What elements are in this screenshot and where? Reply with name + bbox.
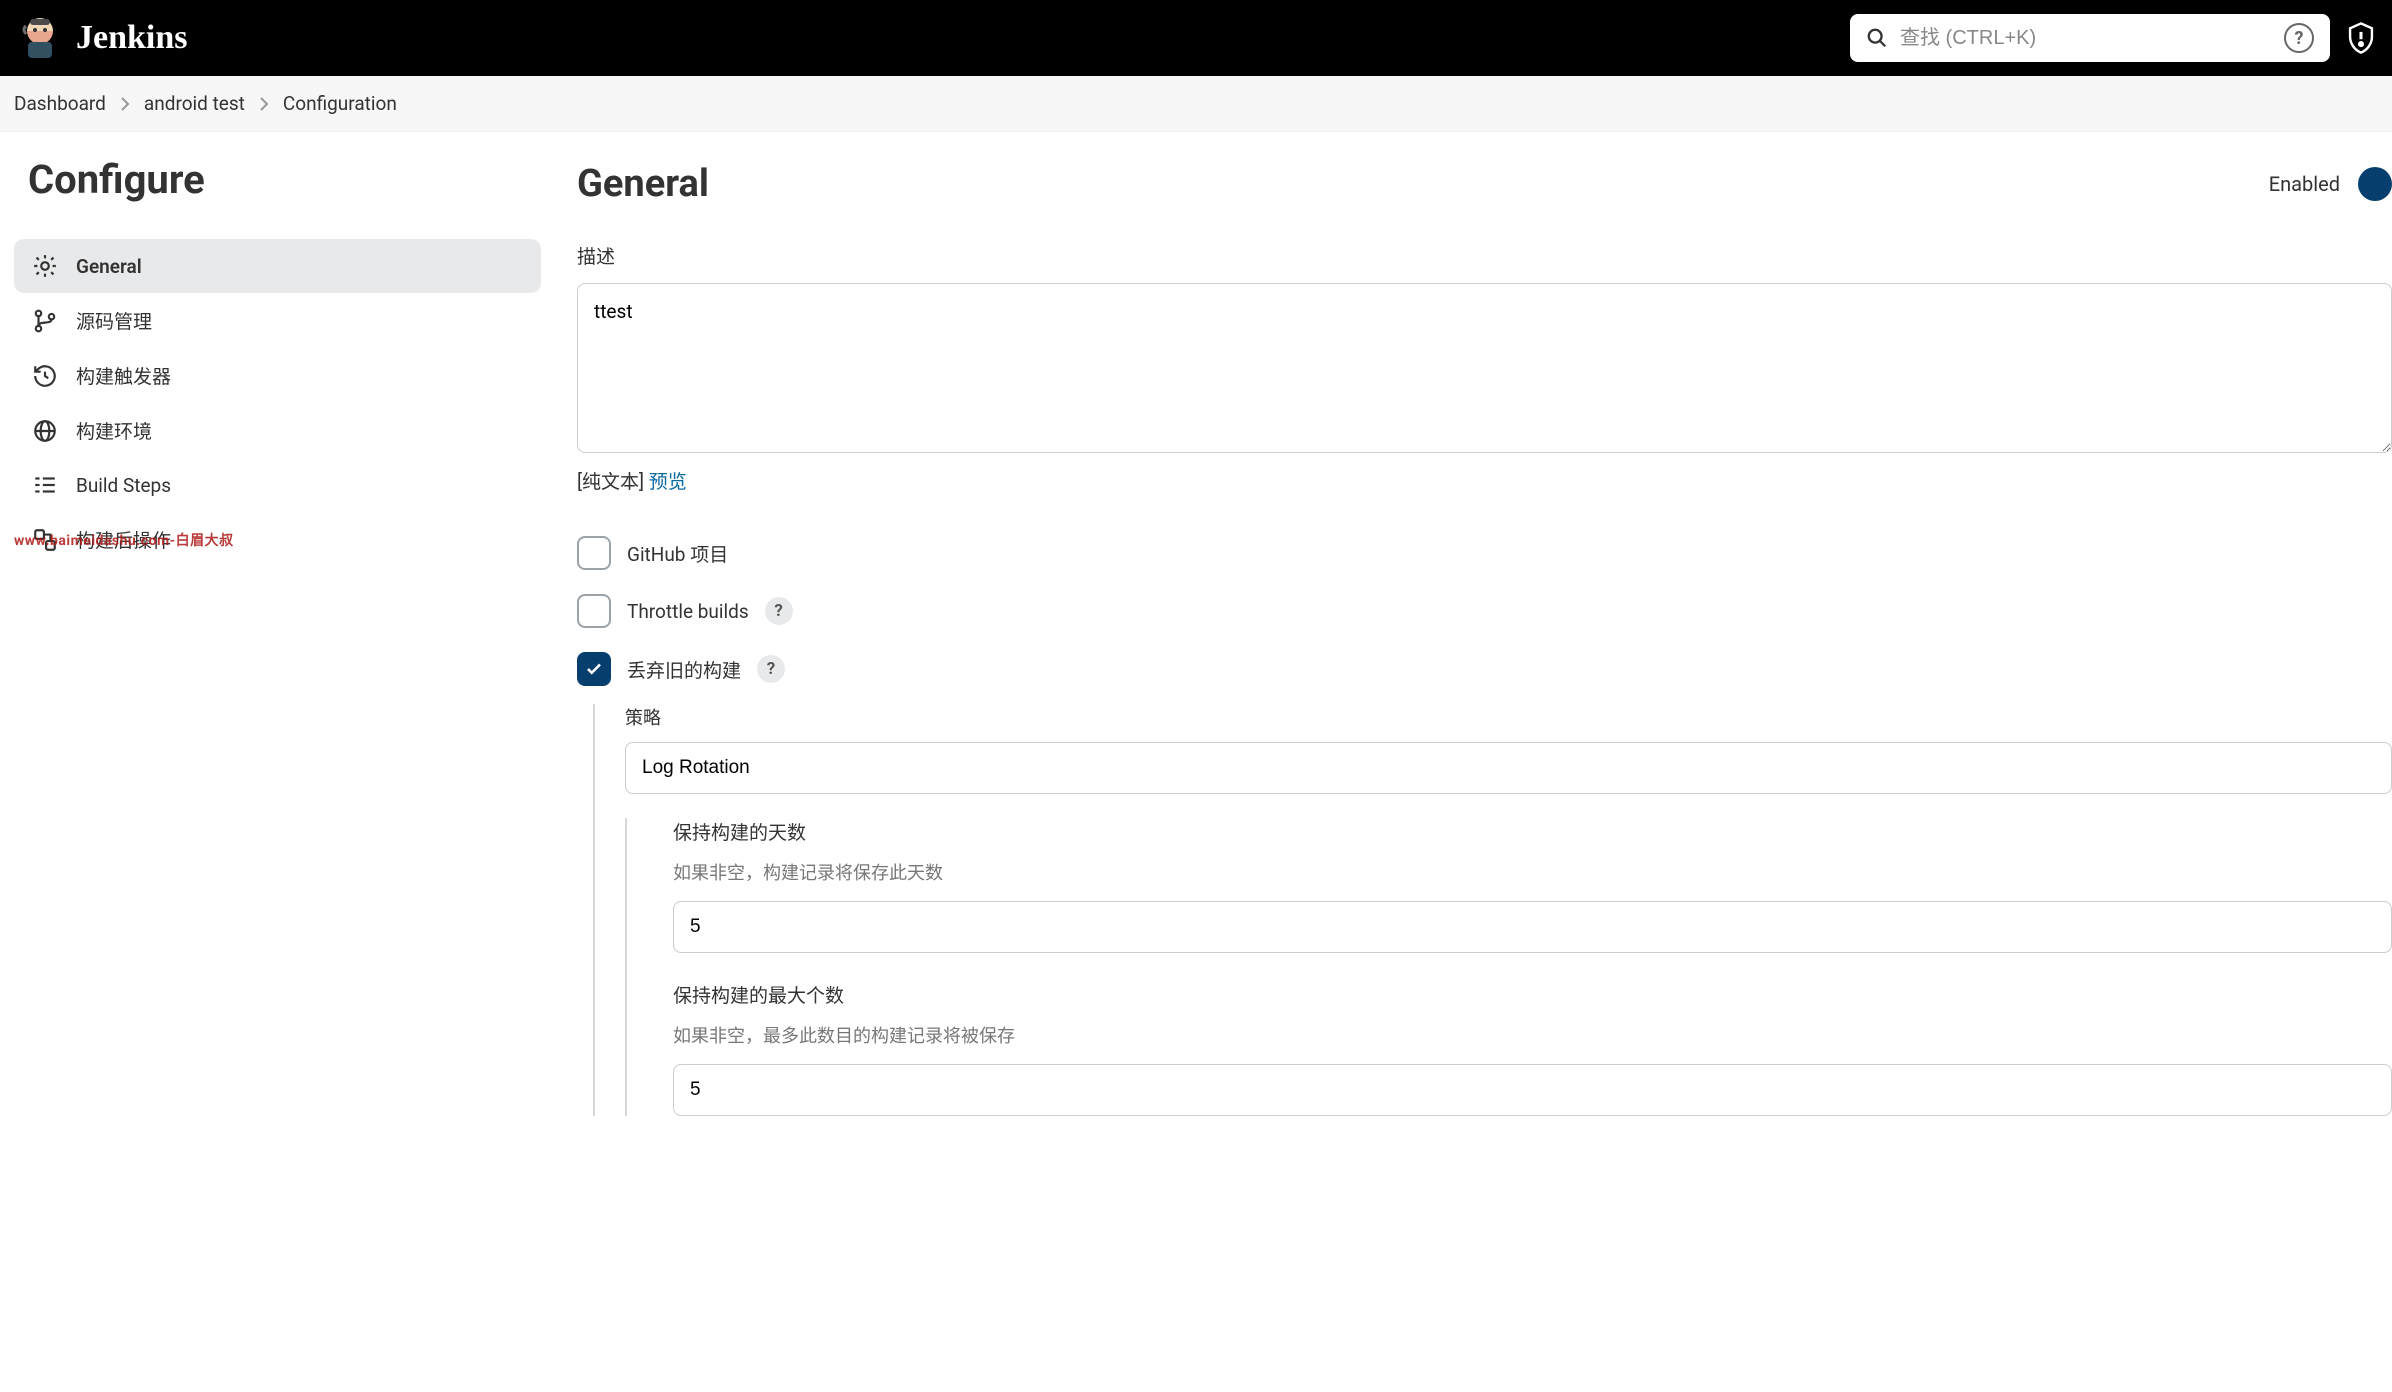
github-project-label: GitHub 项目: [627, 540, 728, 567]
strategy-label: 策略: [625, 704, 2392, 730]
globe-icon: [32, 418, 58, 444]
sidebar-item-general[interactable]: General: [14, 239, 541, 293]
sidebar-title: Configure: [14, 156, 541, 203]
discard-nested-block: 策略 保持构建的天数 如果非空，构建记录将保存此天数 保持构建的最大个数 如果非…: [593, 704, 2392, 1116]
shield-warning-icon[interactable]: [2346, 21, 2376, 55]
sidebar-item-environment[interactable]: 构建环境: [14, 403, 541, 458]
header-right: ?: [1850, 14, 2376, 62]
sidebar-item-label: Build Steps: [76, 474, 171, 497]
breadcrumb-project[interactable]: android test: [144, 92, 245, 115]
breadcrumb: Dashboard android test Configuration: [0, 76, 2392, 132]
throttle-builds-checkbox[interactable]: [577, 594, 611, 628]
steps-icon: [32, 472, 58, 498]
header-left: Jenkins: [16, 14, 188, 62]
enabled-toggle[interactable]: [2358, 167, 2392, 201]
content-header: General Enabled: [577, 162, 2392, 206]
discard-old-row: 丢弃旧的构建 ?: [577, 652, 2392, 686]
throttle-builds-row: Throttle builds ?: [577, 594, 2392, 628]
strategy-select[interactable]: [625, 742, 2392, 794]
app-header: Jenkins ?: [0, 0, 2392, 76]
throttle-builds-label: Throttle builds: [627, 600, 749, 623]
sidebar-item-post-build[interactable]: www.baimeidashu.com-白眉大叔 构建后操作: [14, 512, 541, 567]
main-layout: Configure General 源码管理: [0, 132, 2392, 1174]
chevron-right-icon: [259, 97, 269, 111]
days-field-group: 保持构建的天数 如果非空，构建记录将保存此天数: [673, 818, 2392, 953]
jenkins-logo-icon[interactable]: [16, 14, 64, 62]
enabled-label: Enabled: [2269, 172, 2340, 196]
github-project-checkbox[interactable]: [577, 536, 611, 570]
help-icon[interactable]: ?: [2284, 23, 2314, 53]
max-hint: 如果非空，最多此数目的构建记录将被保存: [673, 1022, 2392, 1048]
format-prefix: [纯文本]: [577, 470, 644, 493]
description-textarea[interactable]: [577, 283, 2392, 453]
gear-icon: [32, 253, 58, 279]
days-input[interactable]: [673, 901, 2392, 953]
search-icon: [1866, 27, 1888, 49]
sidebar-item-triggers[interactable]: 构建触发器: [14, 348, 541, 403]
chevron-right-icon: [120, 97, 130, 111]
preview-link[interactable]: 预览: [649, 470, 687, 493]
throttle-help-icon[interactable]: ?: [765, 597, 793, 625]
sidebar-item-label: 构建触发器: [76, 362, 171, 389]
discard-old-label: 丢弃旧的构建: [627, 656, 741, 683]
section-title: General: [577, 162, 709, 206]
sidebar-item-build-steps[interactable]: Build Steps: [14, 458, 541, 512]
content-area: General Enabled 描述 [纯文本] 预览 GitHub 项目 Th…: [555, 132, 2392, 1174]
sidebar-item-scm[interactable]: 源码管理: [14, 293, 541, 348]
search-box[interactable]: ?: [1850, 14, 2330, 62]
days-label: 保持构建的天数: [673, 818, 2392, 845]
sidebar-item-label: 源码管理: [76, 307, 152, 334]
discard-old-checkbox[interactable]: [577, 652, 611, 686]
enabled-toggle-group: Enabled: [2269, 167, 2392, 201]
description-label: 描述: [577, 242, 2392, 269]
sidebar-item-label: General: [76, 255, 142, 278]
branch-icon: [32, 308, 58, 334]
discard-help-icon[interactable]: ?: [757, 655, 785, 683]
brand-text[interactable]: Jenkins: [76, 19, 188, 57]
breadcrumb-configuration[interactable]: Configuration: [283, 92, 397, 115]
history-icon: [32, 363, 58, 389]
max-field-group: 保持构建的最大个数 如果非空，最多此数目的构建记录将被保存: [673, 981, 2392, 1116]
breadcrumb-dashboard[interactable]: Dashboard: [14, 92, 106, 115]
search-input[interactable]: [1900, 27, 2272, 50]
log-rotation-block: 保持构建的天数 如果非空，构建记录将保存此天数 保持构建的最大个数 如果非空，最…: [625, 818, 2392, 1116]
watermark-text: www.baimeidashu.com-白眉大叔: [14, 530, 234, 550]
sidebar-item-label: 构建环境: [76, 417, 152, 444]
max-input[interactable]: [673, 1064, 2392, 1116]
days-hint: 如果非空，构建记录将保存此天数: [673, 859, 2392, 885]
description-format: [纯文本] 预览: [577, 467, 2392, 494]
github-project-row: GitHub 项目: [577, 536, 2392, 570]
max-label: 保持构建的最大个数: [673, 981, 2392, 1008]
sidebar: Configure General 源码管理: [0, 132, 555, 1174]
